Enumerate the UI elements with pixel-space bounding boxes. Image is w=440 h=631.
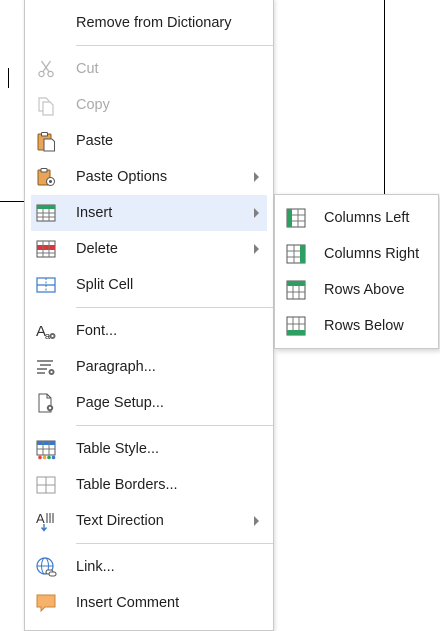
table-style-icon: [35, 438, 57, 460]
rows-above-item[interactable]: Rows Above: [279, 272, 434, 308]
submenu-arrow-icon: [254, 208, 259, 218]
delete-item[interactable]: Delete: [31, 231, 267, 267]
comment-icon: [35, 592, 57, 614]
paragraph-icon: [35, 356, 57, 378]
insert-submenu: Columns Left Columns Right Rows Above Ro…: [274, 194, 439, 349]
text-cursor: [8, 68, 9, 88]
remove-from-dictionary-item[interactable]: Remove from Dictionary: [31, 5, 267, 41]
menu-item-label: Link...: [76, 559, 115, 575]
cut-item[interactable]: Cut: [31, 51, 267, 87]
delete-table-icon: [35, 238, 57, 260]
paste-options-icon: [35, 166, 57, 188]
menu-separator: [76, 425, 273, 426]
menu-item-label: Table Borders...: [76, 477, 178, 493]
insert-table-icon: [35, 202, 57, 224]
menu-item-label: Paste Options: [76, 169, 168, 185]
menu-item-label: Delete: [76, 241, 118, 257]
table-style-item[interactable]: Table Style...: [31, 431, 267, 467]
paste-options-item[interactable]: Paste Options: [31, 159, 267, 195]
columns-left-icon: [285, 207, 307, 229]
rows-above-icon: [285, 279, 307, 301]
menu-item-label: Copy: [76, 97, 110, 113]
menu-separator: [76, 45, 273, 46]
menu-item-label: Insert: [76, 205, 113, 221]
font-icon: Aa: [35, 320, 57, 342]
copy-item[interactable]: Copy: [31, 87, 267, 123]
document-table-border: [0, 201, 24, 202]
menu-item-label: Font...: [76, 323, 118, 339]
split-cell-item[interactable]: Split Cell: [31, 267, 267, 303]
font-item[interactable]: Aa Font...: [31, 313, 267, 349]
submenu-arrow-icon: [254, 244, 259, 254]
menu-item-label: Text Direction: [76, 513, 164, 529]
submenu-item-label: Columns Left: [324, 210, 410, 226]
menu-separator: [76, 307, 273, 308]
table-borders-icon: [35, 474, 57, 496]
menu-item-label: Cut: [76, 61, 99, 77]
submenu-item-label: Rows Below: [324, 318, 404, 334]
page-setup-item[interactable]: Page Setup...: [31, 385, 267, 421]
menu-item-label: Page Setup...: [76, 395, 164, 411]
text-direction-item[interactable]: A Text Direction: [31, 503, 267, 539]
menu-item-label: Table Style...: [76, 441, 160, 457]
svg-text:a: a: [45, 331, 50, 341]
svg-text:A: A: [36, 511, 45, 526]
columns-right-icon: [285, 243, 307, 265]
scissors-icon: [35, 58, 57, 80]
paste-item[interactable]: Paste: [31, 123, 267, 159]
submenu-arrow-icon: [254, 516, 259, 526]
submenu-item-label: Rows Above: [324, 282, 405, 298]
copy-icon: [35, 94, 57, 116]
submenu-item-label: Columns Right: [324, 246, 420, 262]
table-borders-item[interactable]: Table Borders...: [31, 467, 267, 503]
paragraph-item[interactable]: Paragraph...: [31, 349, 267, 385]
text-direction-icon: A: [35, 510, 57, 532]
insert-item[interactable]: Insert: [31, 195, 267, 231]
menu-item-label: Split Cell: [76, 277, 134, 293]
context-menu: Remove from Dictionary Cut Copy Paste Pa…: [24, 0, 274, 631]
columns-right-item[interactable]: Columns Right: [279, 236, 434, 272]
page-setup-icon: [35, 392, 57, 414]
submenu-arrow-icon: [254, 172, 259, 182]
menu-separator: [76, 543, 273, 544]
link-icon: [35, 556, 57, 578]
columns-left-item[interactable]: Columns Left: [279, 200, 434, 236]
split-cell-icon: [35, 274, 57, 296]
menu-item-label: Insert Comment: [76, 595, 180, 611]
rows-below-icon: [285, 315, 307, 337]
menu-item-label: Paragraph...: [76, 359, 156, 375]
rows-below-item[interactable]: Rows Below: [279, 308, 434, 344]
document-table-border: [384, 0, 385, 200]
menu-item-label: Paste: [76, 133, 114, 149]
menu-item-label: Remove from Dictionary: [76, 15, 232, 31]
paste-icon: [35, 130, 57, 152]
link-item[interactable]: Link...: [31, 549, 267, 585]
insert-comment-item[interactable]: Insert Comment: [31, 585, 267, 621]
